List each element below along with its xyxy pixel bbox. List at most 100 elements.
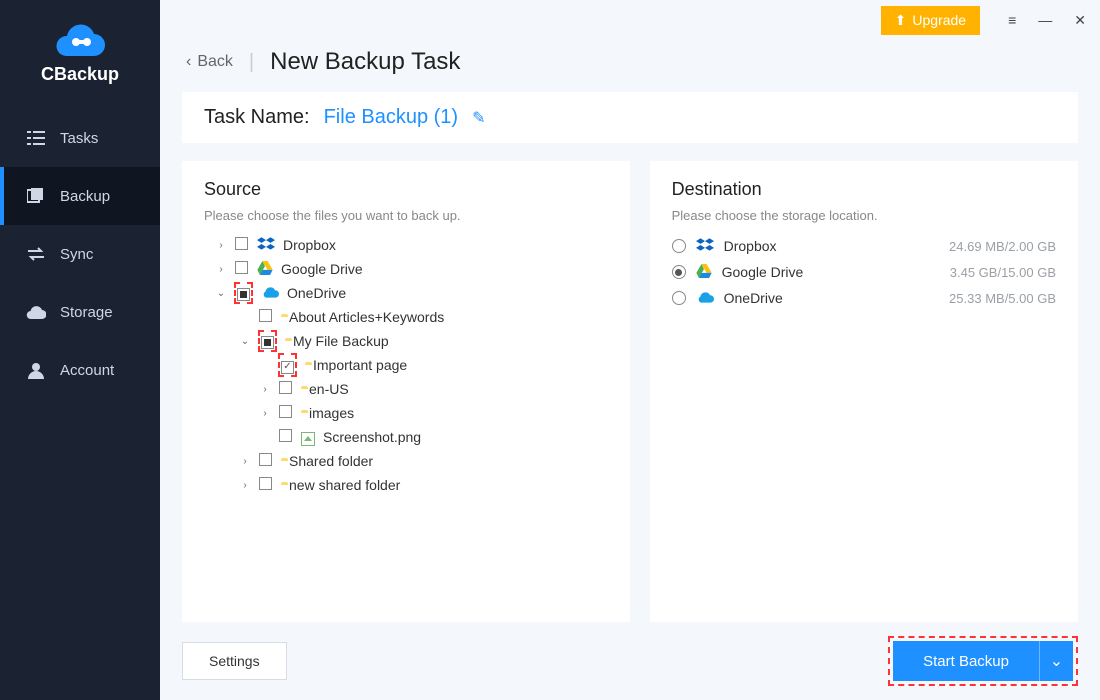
tree-checkbox[interactable] [259, 453, 272, 466]
tree-row[interactable]: ›en-US [204, 377, 608, 401]
source-tree: ›Dropbox›Google Drive ⌄ OneDrive About Arti… [204, 233, 608, 497]
checkbox-highlight [234, 236, 249, 254]
tree-checkbox[interactable] [259, 477, 272, 490]
tree-node-label: My File Backup [293, 333, 389, 349]
checkbox-highlight [278, 404, 293, 422]
sidebar-item-label: Account [60, 362, 114, 379]
settings-button[interactable]: Settings [182, 642, 287, 680]
sidebar-item-label: Backup [60, 188, 110, 205]
minimize-icon[interactable]: — [1038, 12, 1052, 29]
account-icon [26, 360, 46, 380]
tree-checkbox[interactable] [279, 381, 292, 394]
tree-checkbox[interactable] [279, 429, 292, 442]
destination-list: Dropbox 24.69 MB/2.00 GB Google Drive3.45 … [672, 233, 1056, 311]
chevron-right-icon[interactable]: › [240, 456, 250, 467]
destination-option[interactable]: Dropbox 24.69 MB/2.00 GB [672, 233, 1056, 259]
destination-radio[interactable] [672, 291, 686, 305]
tree-row[interactable]: Important page [204, 353, 608, 377]
tree-node-label: images [309, 405, 354, 421]
source-subtitle: Please choose the files you want to back… [204, 208, 608, 223]
tree-node-label: About Articles+Keywords [289, 309, 444, 325]
destination-radio[interactable] [672, 239, 686, 253]
app-root: CCBackupBackup Tasks Backup Sync Storage… [0, 0, 1100, 700]
tree-row[interactable]: ›Shared folder [204, 449, 608, 473]
checkbox-highlight [278, 380, 293, 398]
tree-node-label: new shared folder [289, 477, 400, 493]
tree-checkbox[interactable] [259, 309, 272, 322]
chevron-right-icon[interactable]: › [260, 408, 270, 419]
chevron-left-icon: ‹ [186, 53, 191, 71]
chevron-down-icon: ⌄ [1050, 651, 1063, 671]
backup-icon [26, 186, 46, 206]
chevron-right-icon[interactable]: › [216, 264, 226, 275]
onedrive-icon [261, 286, 279, 302]
tree-node-icon [257, 237, 275, 254]
destination-radio[interactable] [672, 265, 686, 279]
destination-label: OneDrive [724, 290, 783, 306]
sidebar-item-label: Storage [60, 304, 113, 321]
chevron-down-icon[interactable]: ⌄ [216, 288, 226, 299]
tree-row[interactable]: About Articles+Keywords [204, 305, 608, 329]
sidebar-nav: Tasks Backup Sync Storage Account [0, 109, 160, 399]
tree-node-label: Screenshot.png [323, 429, 421, 445]
destination-option[interactable]: Google Drive3.45 GB/15.00 GB [672, 259, 1056, 285]
chevron-right-icon[interactable]: › [216, 240, 226, 251]
window-controls: ≡ — ✕ [1008, 12, 1086, 29]
sidebar-item-storage[interactable]: Storage [0, 283, 160, 341]
menu-icon[interactable]: ≡ [1008, 12, 1016, 29]
start-backup-dropdown[interactable]: ⌄ [1039, 641, 1073, 681]
destination-label: Dropbox [724, 238, 777, 254]
tree-node-icon [261, 285, 279, 302]
upgrade-button[interactable]: ⬆ Upgrade [881, 6, 980, 35]
checkbox-highlight [234, 282, 253, 304]
tree-row[interactable]: ›Dropbox [204, 233, 608, 257]
destination-option[interactable]: OneDrive 25.33 MB/5.00 GB [672, 285, 1056, 311]
header-bar: ⬆ Upgrade ≡ — ✕ [160, 0, 1100, 40]
destination-label: Google Drive [722, 264, 804, 280]
tree-checkbox[interactable] [281, 361, 294, 374]
tree-node-label: OneDrive [287, 285, 346, 301]
sync-icon [26, 244, 46, 264]
app-logo: CCBackupBackup [0, 0, 160, 103]
tree-row[interactable]: ⌄ OneDrive [204, 281, 608, 305]
tree-checkbox[interactable] [235, 261, 248, 274]
destination-size: 25.33 MB/5.00 GB [949, 291, 1056, 306]
sidebar-item-account[interactable]: Account [0, 341, 160, 399]
tree-checkbox[interactable] [261, 336, 274, 349]
image-file-icon [301, 432, 315, 446]
onedrive-icon [696, 291, 714, 307]
back-button[interactable]: ‹ Back [186, 53, 233, 71]
storage-icon [26, 302, 46, 322]
tree-checkbox[interactable] [237, 288, 250, 301]
chevron-right-icon[interactable]: › [260, 384, 270, 395]
tree-checkbox[interactable] [279, 405, 292, 418]
sidebar-item-sync[interactable]: Sync [0, 225, 160, 283]
close-icon[interactable]: ✕ [1074, 12, 1086, 29]
edit-icon[interactable]: ✎ [472, 108, 485, 128]
sidebar-item-label: Sync [60, 246, 93, 263]
destination-icon [696, 290, 714, 307]
tree-row[interactable]: › new shared folder [204, 473, 608, 497]
tree-row[interactable]: ›Google Drive [204, 257, 608, 281]
gdrive-icon [257, 262, 273, 278]
tree-row[interactable]: › images [204, 401, 608, 425]
destination-size: 24.69 MB/2.00 GB [949, 239, 1056, 254]
start-backup-button[interactable]: Start Backup ⌄ [893, 641, 1073, 681]
main-area: ⬆ Upgrade ≡ — ✕ ‹ Back | New Backup Task… [160, 0, 1100, 700]
destination-title: Destination [672, 179, 1056, 200]
chevron-down-icon[interactable]: ⌄ [240, 336, 250, 347]
upgrade-label: Upgrade [912, 12, 966, 28]
chevron-right-icon[interactable]: › [240, 480, 250, 491]
tree-checkbox[interactable] [235, 237, 248, 250]
checkbox-highlight [278, 428, 293, 446]
tasks-icon [26, 128, 46, 148]
sidebar-item-tasks[interactable]: Tasks [0, 109, 160, 167]
sidebar-item-backup[interactable]: Backup [0, 167, 160, 225]
tree-row[interactable]: ⌄ My File Backup [204, 329, 608, 353]
tree-row[interactable]: Screenshot.png [204, 425, 608, 449]
tree-node-label: Important page [313, 357, 407, 373]
checkbox-highlight [258, 330, 277, 352]
checkbox-highlight [258, 452, 273, 470]
task-name-value[interactable]: File Backup (1) [324, 106, 459, 129]
destination-icon [696, 264, 712, 281]
